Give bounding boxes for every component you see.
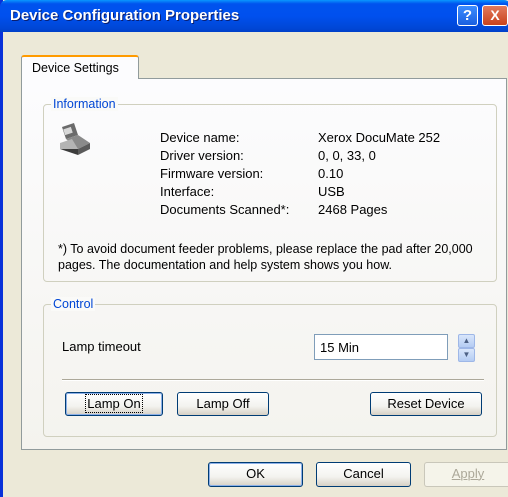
- window-title: Device Configuration Properties: [10, 7, 240, 24]
- lamp-on-button[interactable]: Lamp On: [65, 392, 163, 416]
- reset-device-label: Reset Device: [387, 396, 465, 411]
- device-name-label: Device name:: [160, 130, 240, 145]
- interface-value: USB: [318, 184, 345, 199]
- chevron-down-icon: ▼: [462, 350, 471, 359]
- information-group: Information Device name: Xerox DocuMate …: [43, 97, 497, 282]
- close-button[interactable]: X: [482, 5, 508, 26]
- question-mark-icon: ?: [462, 7, 473, 24]
- firmware-version-label: Firmware version:: [160, 166, 264, 181]
- lamp-timeout-input[interactable]: 15 Min: [314, 334, 448, 360]
- driver-version-value: 0, 0, 33, 0: [318, 148, 376, 163]
- lamp-timeout-spinner[interactable]: ▲ ▼: [458, 334, 475, 362]
- cancel-button[interactable]: Cancel: [316, 462, 411, 487]
- apply-label: Apply: [451, 466, 485, 481]
- device-name-value: Xerox DocuMate 252: [318, 130, 441, 145]
- lamp-on-label: Lamp On: [85, 394, 143, 413]
- reset-device-button[interactable]: Reset Device: [370, 392, 482, 416]
- scanner-icon: [60, 123, 90, 155]
- chevron-up-icon: ▲: [462, 336, 471, 345]
- control-legend: Control: [51, 297, 96, 311]
- information-legend: Information: [51, 97, 118, 111]
- lamp-off-label: Lamp Off: [196, 396, 250, 411]
- ok-button[interactable]: OK: [208, 462, 303, 487]
- control-group: Control Lamp timeout 15 Min ▲ ▼ Lamp On …: [43, 297, 497, 437]
- firmware-version-value: 0.10: [318, 166, 344, 181]
- pad-replacement-note: *) To avoid document feeder problems, pl…: [58, 242, 473, 272]
- close-icon: X: [490, 7, 500, 23]
- spin-down-button[interactable]: ▼: [458, 348, 475, 362]
- lamp-timeout-label: Lamp timeout: [62, 339, 141, 354]
- cancel-label: Cancel: [343, 466, 384, 481]
- tab-device-settings[interactable]: Device Settings: [21, 55, 139, 79]
- lamp-timeout-value: 15 Min: [320, 340, 360, 355]
- help-button[interactable]: ?: [457, 5, 478, 26]
- interface-label: Interface:: [160, 184, 215, 199]
- title-bar[interactable]: Device Configuration Properties ? X: [0, 0, 508, 32]
- tab-panel: Information Device name: Xerox DocuMate …: [21, 78, 507, 450]
- documents-scanned-label: Documents Scanned*:: [160, 202, 290, 217]
- ok-label: OK: [246, 466, 265, 481]
- tab-label: Device Settings: [32, 61, 119, 75]
- documents-scanned-value: 2468 Pages: [318, 202, 388, 217]
- lamp-off-button[interactable]: Lamp Off: [177, 392, 269, 416]
- apply-button[interactable]: Apply: [424, 462, 508, 487]
- control-separator: [62, 379, 484, 381]
- dialog-window: Device Configuration Properties ? X Devi…: [0, 0, 508, 497]
- driver-version-label: Driver version:: [160, 148, 244, 163]
- spin-up-button[interactable]: ▲: [458, 334, 475, 348]
